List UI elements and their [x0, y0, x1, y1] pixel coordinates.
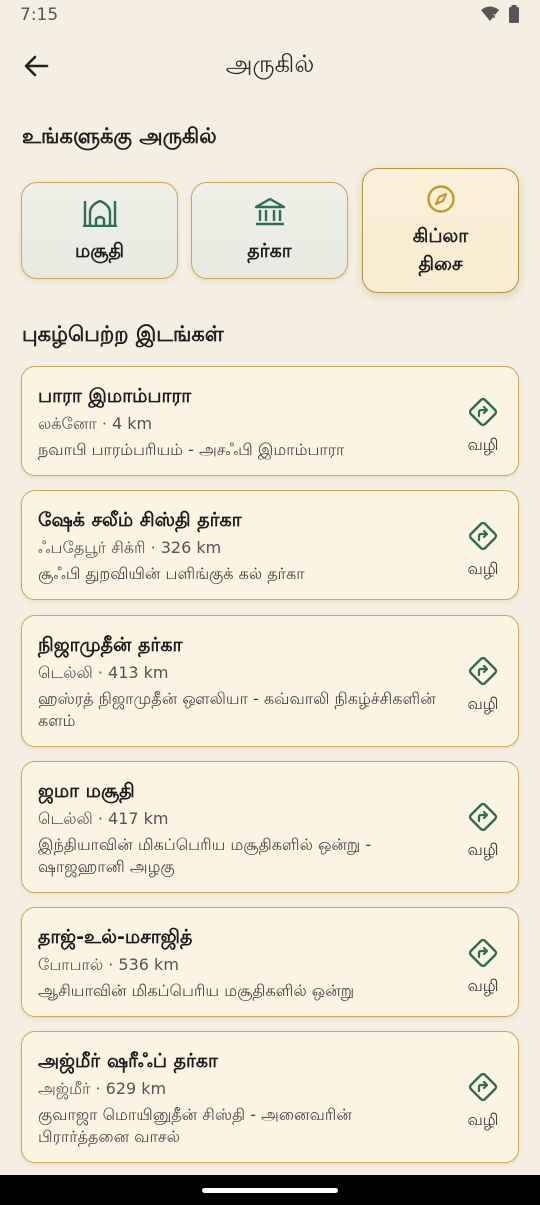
- place-meta: லக்னோ · 4 km: [38, 414, 153, 433]
- route-label: வழி: [467, 694, 499, 713]
- wifi-icon: [480, 6, 500, 26]
- route-button[interactable]: வழி: [460, 1072, 506, 1131]
- directions-icon: [468, 397, 498, 431]
- category-qibla-label-line1: கிப்லா: [412, 224, 469, 247]
- place-description: நவாபி பாரம்பரியம் - அசஃபி இமாம்பாரா: [38, 440, 345, 459]
- place-description: ஆசியாவின் மிகப்பெரிய மசூதிகளில் ஒன்று: [38, 981, 355, 1000]
- place-name: நிஜாமுதீன் தர்கா: [38, 634, 183, 656]
- place-description: ஹஸ்ரத் நிஜாமுதீன் ஔலியா - கவ்வாலி நிகழ்ச…: [38, 689, 436, 730]
- category-qibla-label: கிப்லா திசை: [413, 222, 468, 278]
- route-button[interactable]: வழி: [460, 938, 506, 997]
- route-label: வழி: [467, 435, 499, 454]
- place-card[interactable]: நிஜாமுதீன் தர்கா டெல்லி · 413 km ஹஸ்ரத் …: [21, 615, 519, 747]
- category-dargah-button[interactable]: தர்கா: [191, 182, 348, 279]
- famous-places-heading: புகழ்பெற்ற இடங்கள்: [22, 322, 224, 346]
- place-description: சூஃபி துறவியின் பளிங்குக் கல் தர்கா: [38, 564, 305, 583]
- place-name: ஷேக் சலீம் சிஸ்தி தர்கா: [38, 509, 242, 531]
- place-card[interactable]: ஜமா மசூதி டெல்லி · 417 km இந்தியாவின் மி…: [21, 761, 519, 893]
- page-title: அருகில்: [225, 50, 315, 78]
- screen: 7:15 அருகில் உங்களுக்கு அருகில் மசூதி தர…: [0, 0, 540, 1205]
- route-label: வழி: [467, 1110, 499, 1129]
- place-meta: டெல்லி · 417 km: [38, 809, 169, 828]
- compass-icon: [426, 184, 456, 218]
- directions-icon: [468, 656, 498, 690]
- route-label: வழி: [467, 559, 499, 578]
- place-name: தாஜ்-உல்-மசாஜித்: [38, 926, 193, 948]
- category-mosque-button[interactable]: மசூதி: [21, 182, 178, 279]
- directions-icon: [468, 521, 498, 555]
- directions-icon: [468, 1072, 498, 1106]
- route-button[interactable]: வழி: [460, 802, 506, 861]
- route-button[interactable]: வழி: [460, 521, 506, 580]
- place-name: பாரா இமாம்பாரா: [38, 385, 192, 407]
- place-meta: ஃபதேபூர் சிக்ரி · 326 km: [38, 538, 222, 557]
- route-button[interactable]: வழி: [460, 397, 506, 456]
- battery-icon: [508, 5, 520, 27]
- route-button[interactable]: வழி: [460, 656, 506, 715]
- place-card[interactable]: பாரா இமாம்பாரா லக்னோ · 4 km நவாபி பாரம்ப…: [21, 366, 519, 476]
- place-name: அஜ்மீர் ஷரீஃப் தர்கா: [38, 1050, 218, 1072]
- place-description: குவாஜா மொயினுதீன் சிஸ்தி - அனைவரின் பிரா…: [38, 1105, 352, 1146]
- place-meta: போபால் · 536 km: [38, 955, 179, 974]
- route-label: வழி: [467, 976, 499, 995]
- place-description: இந்தியாவின் மிகப்பெரிய மசூதிகளில் ஒன்று …: [38, 835, 372, 876]
- category-dargah-label: தர்கா: [247, 239, 292, 262]
- top-app-bar: அருகில்: [0, 40, 540, 92]
- status-bar: 7:15: [0, 0, 540, 32]
- place-meta: அஜ்மீர் · 629 km: [38, 1079, 167, 1098]
- system-navigation-bar: [0, 1175, 540, 1205]
- place-name: ஜமா மசூதி: [38, 780, 135, 802]
- place-card[interactable]: ஷேக் சலீம் சிஸ்தி தர்கா ஃபதேபூர் சிக்ரி …: [21, 490, 519, 600]
- directions-icon: [468, 802, 498, 836]
- status-icons: [480, 5, 520, 27]
- dargah-icon: [254, 197, 286, 231]
- category-mosque-label: மசூதி: [74, 239, 125, 262]
- place-card[interactable]: அஜ்மீர் ஷரீஃப் தர்கா அஜ்மீர் · 629 km கு…: [21, 1031, 519, 1163]
- mosque-icon: [82, 197, 118, 231]
- route-label: வழி: [467, 840, 499, 859]
- place-card[interactable]: தாஜ்-உல்-மசாஜித் போபால் · 536 km ஆசியாவி…: [21, 907, 519, 1017]
- home-indicator[interactable]: [202, 1188, 338, 1193]
- nearby-heading: உங்களுக்கு அருகில்: [22, 124, 217, 148]
- status-time: 7:15: [20, 5, 59, 25]
- category-qibla-label-line2: திசை: [418, 252, 463, 275]
- category-qibla-button[interactable]: கிப்லா திசை: [362, 168, 519, 293]
- place-meta: டெல்லி · 413 km: [38, 663, 169, 682]
- directions-icon: [468, 938, 498, 972]
